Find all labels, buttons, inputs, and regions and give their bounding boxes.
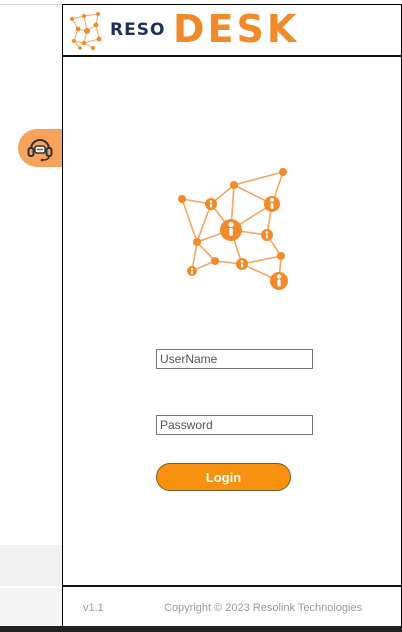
logo-reso-text: RESO	[110, 20, 166, 40]
logo-desk-text: DESK	[173, 7, 300, 51]
left-shaded-area	[0, 545, 62, 586]
left-shaded-area-lower	[0, 588, 62, 626]
network-logo-icon	[70, 12, 102, 50]
password-input[interactable]	[156, 415, 313, 435]
footer: v1.1 Copyright © 2023 Resolink Technolog…	[63, 585, 401, 629]
app-header: RESO DESK	[63, 5, 401, 57]
login-panel: RESO DESK UserName Login v1.1 Copyright …	[62, 4, 402, 627]
left-background-strip	[0, 0, 62, 632]
version-label: v1.1	[83, 602, 104, 614]
copyright-text: Copyright © 2023 Resolink Technologies	[164, 602, 363, 614]
support-chat-button[interactable]	[18, 129, 62, 167]
username-input[interactable]	[156, 349, 313, 369]
top-divider	[0, 4, 62, 5]
headset-chat-icon	[27, 139, 53, 162]
people-network-icon	[178, 168, 288, 290]
login-button[interactable]: Login	[156, 463, 291, 491]
bottom-edge-bar	[0, 626, 402, 632]
